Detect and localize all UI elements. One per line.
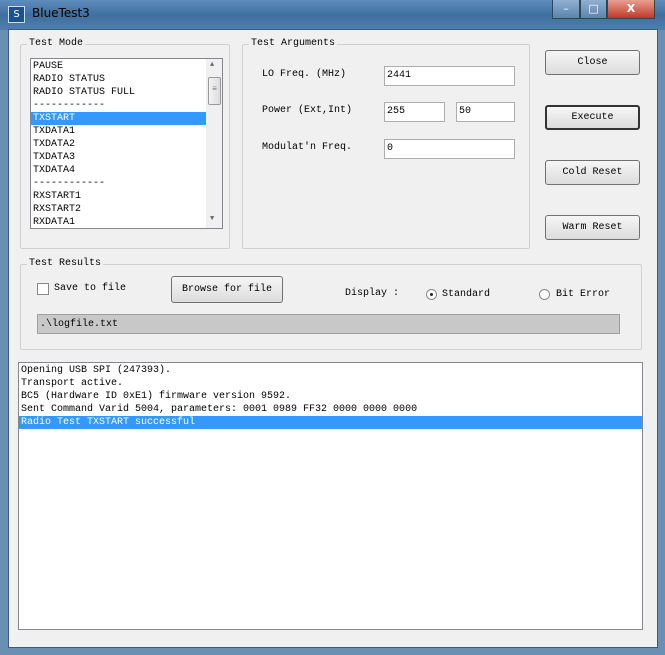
standard-label: Standard — [442, 289, 491, 300]
lo-freq-label: LO Freq. (MHz) — [262, 69, 347, 80]
test-mode-list[interactable]: PAUSE RADIO STATUS RADIO STATUS FULL ------… — [30, 58, 223, 229]
display-label: Display : — [345, 288, 400, 299]
log-line: Transport active. — [21, 378, 124, 389]
list-item[interactable]: RXSTART2 — [31, 203, 206, 216]
power-label: Power (Ext,Int) — [262, 105, 353, 116]
list-item[interactable]: TXDATA4 — [31, 164, 206, 177]
list-item[interactable]: RADIO STATUS FULL — [31, 86, 206, 99]
standard-radio[interactable] — [426, 289, 437, 300]
list-item[interactable]: RXDATA1 — [31, 216, 206, 228]
bit-error-radio[interactable] — [539, 289, 550, 300]
log-line: Opening USB SPI (247393). — [21, 365, 172, 376]
browse-for-file-button[interactable]: Browse for file — [171, 276, 283, 303]
test-results-group: Test Results — [20, 258, 642, 350]
log-line: Radio Test TXSTART successful — [19, 416, 642, 429]
test-results-label: Test Results — [27, 258, 104, 269]
save-to-file-label: Save to file — [54, 283, 127, 294]
close-button[interactable]: Close — [545, 50, 640, 75]
list-item[interactable]: TXDATA1 — [31, 125, 206, 138]
log-output[interactable]: Opening USB SPI (247393). Transport activ… — [18, 362, 643, 630]
list-item[interactable]: ------------ — [31, 177, 206, 190]
list-item[interactable]: TXSTART — [31, 112, 206, 125]
close-window-button[interactable]: X — [607, 0, 655, 19]
cold-reset-button[interactable]: Cold Reset — [545, 160, 640, 185]
maximize-button[interactable]: □ — [580, 0, 607, 19]
list-item[interactable]: RXSTART1 — [31, 190, 206, 203]
scroll-down-icon[interactable]: ▼ — [210, 215, 214, 223]
list-item[interactable]: ------------ — [31, 99, 206, 112]
power-ext-input[interactable]: 255 — [384, 102, 445, 122]
scrollbar[interactable]: ▲ ≡ ▼ — [206, 59, 222, 228]
test-arguments-label: Test Arguments — [249, 38, 338, 49]
list-item[interactable]: TXDATA3 — [31, 151, 206, 164]
test-mode-label: Test Mode — [27, 38, 86, 49]
modulation-freq-label: Modulat'n Freq. — [262, 142, 353, 153]
window-title: BlueTest3 — [32, 6, 90, 20]
scroll-thumb[interactable]: ≡ — [208, 77, 221, 105]
list-item[interactable]: TXDATA2 — [31, 138, 206, 151]
warm-reset-button[interactable]: Warm Reset — [545, 215, 640, 240]
save-to-file-checkbox[interactable] — [37, 283, 49, 295]
log-line: BC5 (Hardware ID 0xE1) firmware version … — [21, 391, 292, 402]
scroll-up-icon[interactable]: ▲ — [210, 61, 214, 69]
execute-button[interactable]: Execute — [545, 105, 640, 130]
list-item[interactable]: PAUSE — [31, 60, 206, 73]
lo-freq-input[interactable]: 2441 — [384, 66, 515, 86]
modulation-freq-input[interactable]: 0 — [384, 139, 515, 159]
log-line: Sent Command Varid 5004, parameters: 000… — [21, 404, 418, 415]
list-item[interactable]: RADIO STATUS — [31, 73, 206, 86]
minimize-button[interactable]: – — [552, 0, 580, 19]
bit-error-label: Bit Error — [556, 289, 611, 300]
app-icon: S — [8, 6, 25, 23]
power-int-input[interactable]: 50 — [456, 102, 515, 122]
log-path-field: .\logfile.txt — [37, 314, 620, 334]
